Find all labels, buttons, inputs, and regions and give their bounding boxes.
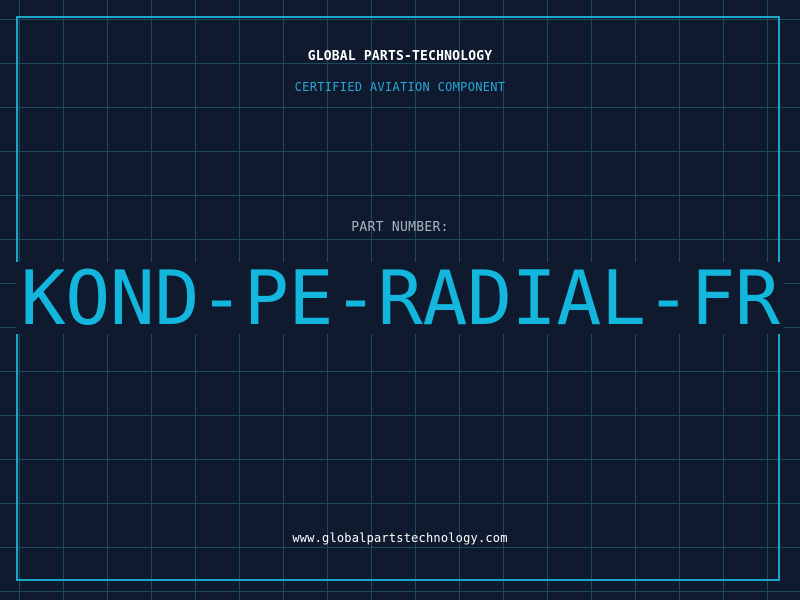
part-number-label: PART NUMBER: [351, 220, 449, 235]
certificate-canvas: GLOBAL PARTS-TECHNOLOGY CERTIFIED AVIATI… [0, 0, 800, 600]
company-name: GLOBAL PARTS-TECHNOLOGY [307, 49, 493, 64]
website-url: www.globalpartstechnology.com [292, 531, 508, 545]
certification-tagline: CERTIFIED AVIATION COMPONENT [294, 80, 506, 94]
part-number-value: KOND-PE-RADIAL-FR [20, 254, 780, 342]
